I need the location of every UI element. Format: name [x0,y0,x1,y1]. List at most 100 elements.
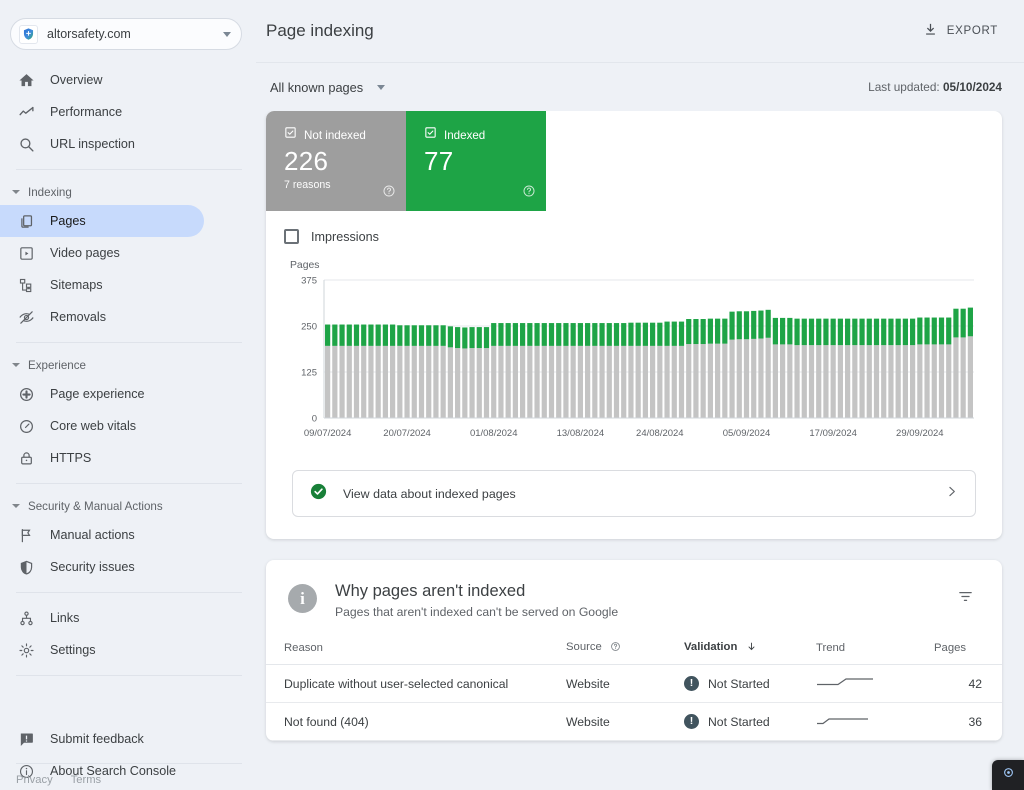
sidebar-item-label: HTTPS [50,451,92,465]
sidebar-item-performance[interactable]: Performance [0,96,204,128]
sidebar-item-overview[interactable]: Overview [0,64,204,96]
sidebar-item-label: Overview [50,73,103,87]
chevron-down-icon [12,190,20,194]
svg-text:05/09/2024: 05/09/2024 [723,428,771,439]
sidebar-item-manual-actions[interactable]: Manual actions [0,519,204,551]
sidebar-item-label: Sitemaps [50,278,103,292]
table-header-row: Reason Source Validation Trend Pages [266,641,1002,665]
sidebar-item-settings[interactable]: Settings [0,634,204,666]
tile-label: Indexed [444,128,486,142]
sidebar-item-pages[interactable]: Pages [0,205,204,237]
view-indexed-data-row[interactable]: View data about indexed pages [292,470,976,517]
sidebar-item-label: Video pages [50,246,120,260]
export-button[interactable]: EXPORT [919,16,1002,46]
chevron-down-icon [223,31,231,37]
column-header-validation[interactable]: Validation [684,641,816,665]
sidebar-item-https[interactable]: HTTPS [0,442,204,474]
privacy-link[interactable]: Privacy [16,774,53,786]
table-body: Duplicate without user-selected canonica… [266,664,1002,741]
nav-top: Overview Performance URL inspection [0,64,256,160]
chart-canvas[interactable]: 0 125 250 375 09/07/2024 20/07/2024 01/08/2024… [290,272,980,444]
table-head: Reason Source Validation Trend Pages [266,641,1002,665]
cell-reason: Duplicate without user-selected canonica… [266,664,566,703]
scroll-area[interactable]: Not indexed 226 7 reasons Indexed 77 Imp… [256,111,1024,790]
sidebar-item-removals[interactable]: Removals [0,301,204,333]
known-pages-filter-dropdown[interactable]: All known pages [266,76,389,99]
chevron-down-icon [12,504,20,508]
sidebar-group-indexing[interactable]: Indexing [0,179,256,205]
arrow-down-icon [746,641,757,655]
table-row[interactable]: Duplicate without user-selected canonica… [266,664,1002,703]
app-root: altorsafety.com Overview Performance URL… [0,0,1024,790]
reasons-table: Reason Source Validation Trend Pages Dup… [266,641,1002,741]
site-name-label: altorsafety.com [47,27,131,41]
sidebar-item-label: Core web vitals [50,419,137,433]
not-indexed-tile[interactable]: Not indexed 226 7 reasons [266,111,406,211]
download-icon [923,22,938,40]
shield-favicon-icon [19,24,38,44]
feedback-icon [18,731,35,748]
terms-link[interactable]: Terms [71,774,101,786]
svg-text:17/09/2024: 17/09/2024 [809,428,857,439]
sidebar-item-security-issues[interactable]: Security issues [0,551,204,583]
why-header: i Why pages aren't indexed Pages that ar… [266,560,1002,619]
table-row[interactable]: Not found (404) Website ! Not Started 36 [266,702,1002,741]
validation-status-label: Not Started [708,714,770,729]
sidebar: altorsafety.com Overview Performance URL… [0,0,256,790]
export-label: EXPORT [946,25,998,37]
sidebar-item-url-inspection[interactable]: URL inspection [0,128,204,160]
tile-head: Indexed [424,126,532,144]
sidebar-item-page-experience[interactable]: Page experience [0,378,204,410]
cell-pages: 36 [934,702,1002,741]
help-circle-icon[interactable] [382,184,396,203]
trend-sparkline [817,678,873,686]
site-selector[interactable]: altorsafety.com [10,18,242,50]
checkbox-checked-icon[interactable] [424,126,437,144]
column-header-pages[interactable]: Pages [934,641,1002,665]
sidebar-item-label: Page experience [50,387,145,401]
indexed-tile[interactable]: Indexed 77 [406,111,546,211]
impressions-toggle[interactable]: Impressions [266,211,1002,244]
assistant-widget-button[interactable] [992,760,1024,790]
help-circle-icon[interactable] [610,641,621,655]
svg-text:375: 375 [301,276,317,287]
cell-validation: ! Not Started [684,702,816,741]
checkbox-unchecked-icon[interactable] [284,229,299,244]
column-label: Trend [816,642,846,654]
eye-off-icon [18,309,35,326]
sidebar-item-video-pages[interactable]: Video pages [0,237,204,269]
tile-subtext: 7 reasons [284,178,331,191]
validation-status-label: Not Started [708,676,770,691]
column-header-source[interactable]: Source [566,641,684,665]
sidebar-group-security[interactable]: Security & Manual Actions [0,493,256,519]
svg-text:0: 0 [312,414,317,425]
info-circle-icon: i [288,584,317,613]
cell-source: Website [566,664,684,703]
chart-y-axis-title: Pages [290,260,320,271]
sidebar-group-label: Indexing [28,185,72,199]
sidebar-item-links[interactable]: Links [0,602,204,634]
sidebar-item-submit-feedback[interactable]: Submit feedback [0,723,204,755]
sidebar-group-experience[interactable]: Experience [0,352,256,378]
alert-circle-icon: ! [684,676,699,691]
cell-trend [816,664,934,703]
checkbox-checked-icon[interactable] [284,126,297,144]
svg-text:20/07/2024: 20/07/2024 [383,428,431,439]
cell-validation: ! Not Started [684,664,816,703]
sidebar-item-sitemaps[interactable]: Sitemaps [0,269,204,301]
svg-text:125: 125 [301,368,317,379]
svg-text:24/08/2024: 24/08/2024 [636,428,684,439]
column-header-reason[interactable]: Reason [266,641,566,665]
svg-text:01/08/2024: 01/08/2024 [470,428,518,439]
why-subtitle: Pages that aren't indexed can't be serve… [335,605,619,619]
sub-bar: All known pages Last updated: 05/10/2024 [256,63,1024,111]
chevron-down-icon [12,363,20,367]
sitemap-icon [18,277,35,294]
sidebar-item-core-web-vitals[interactable]: Core web vitals [0,410,204,442]
column-header-trend[interactable]: Trend [816,641,934,665]
help-circle-icon[interactable] [522,184,536,203]
filter-list-icon[interactable] [951,582,980,616]
impressions-label: Impressions [311,229,379,244]
home-icon [18,72,35,89]
sidebar-item-label: Performance [50,105,123,119]
